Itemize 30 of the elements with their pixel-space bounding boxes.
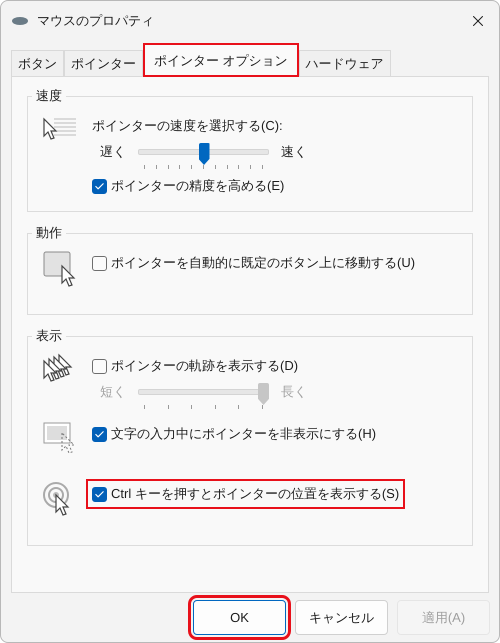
checkbox-label: 文字の入力中にポインターを非表示にする(H) [111, 425, 376, 443]
checkmark-icon [94, 180, 105, 192]
dialog-button[interactable]: キャンセル [295, 600, 388, 635]
slider-thumb[interactable] [198, 143, 210, 165]
checkbox-label: ポインターの精度を高める(E) [111, 177, 284, 195]
group-title: 表示 [35, 327, 63, 345]
slider-min-label: 遅く [100, 143, 126, 161]
group-title: 速度 [35, 87, 63, 105]
checkbox[interactable] [92, 426, 107, 442]
checkbox-label: ポインターの軌跡を表示する(D) [111, 357, 298, 375]
group-title: 動作 [35, 224, 63, 242]
button-pointer-icon [42, 250, 78, 288]
checkbox[interactable] [92, 486, 107, 502]
checkbox-label: ポインターを自動的に既定のボタン上に移動する(U) [111, 254, 416, 272]
slider-max-label: 速く [281, 143, 307, 161]
field-label: ポインターの速度を選択する(C): [92, 117, 284, 135]
mouse-icon [11, 16, 29, 26]
checkmark-icon [94, 428, 105, 440]
checkbox[interactable] [92, 178, 107, 194]
checkbox-label: Ctrl キーを押すとポインターの位置を表示する(S) [111, 485, 400, 503]
slider-max-label: 長く [281, 383, 307, 401]
checkmark-icon [94, 488, 105, 500]
window-title: マウスのプロパティ [37, 12, 155, 30]
slider-min-label: 短く [100, 383, 126, 401]
checkbox[interactable] [92, 256, 107, 270]
tab[interactable]: ポインター [64, 50, 143, 76]
checkbox[interactable] [92, 358, 107, 374]
tab[interactable]: ボタン [11, 50, 64, 76]
tab[interactable]: ポインター オプション [143, 43, 299, 77]
tab[interactable]: ハードウェア [298, 50, 391, 76]
